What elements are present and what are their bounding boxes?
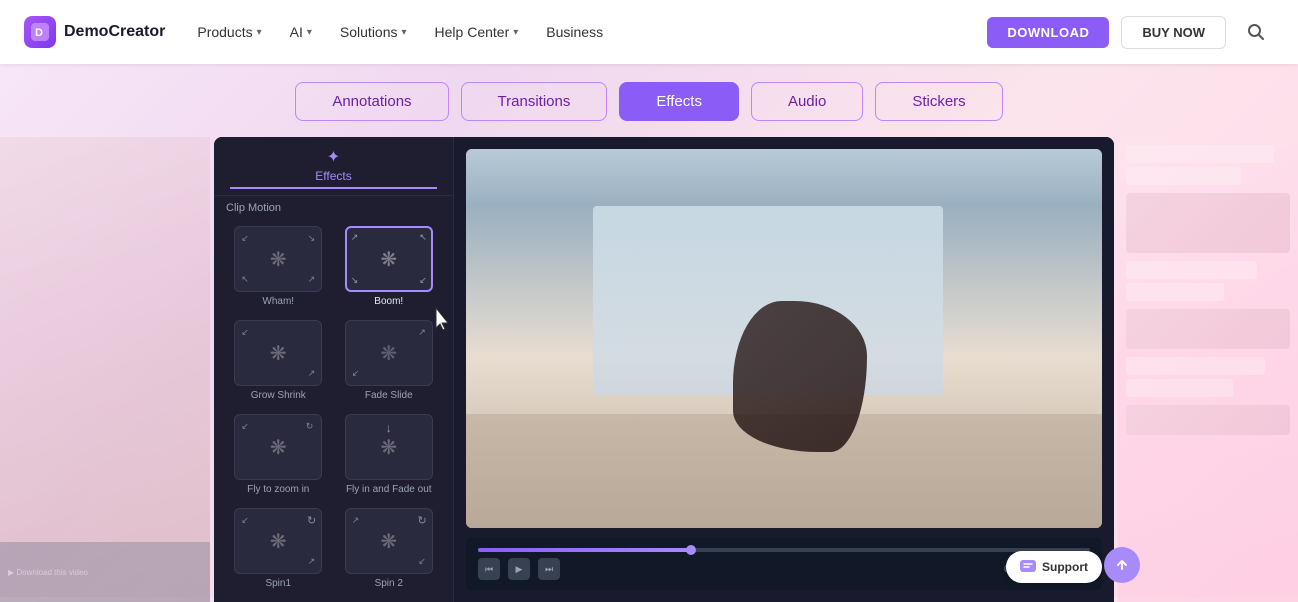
timeline-play[interactable]: ▶: [508, 558, 530, 580]
tab-audio[interactable]: Audio: [751, 82, 863, 121]
right-sidebar-blur: [1118, 137, 1298, 602]
effect-spin2-label: Spin 2: [375, 578, 403, 589]
chevron-down-icon: ▾: [257, 27, 262, 38]
editor-panel: ✦ Effects Clip Motion ❋ ↙ ↘ ↖ ↗: [214, 137, 1114, 602]
nav-solutions[interactable]: Solutions ▾: [340, 24, 407, 40]
effect-spin1-thumb: ❋ ↻ ↙ ↗: [234, 508, 322, 574]
effect-spin2-thumb: ❋ ↻ ↗ ↙: [345, 508, 433, 574]
video-player: [466, 149, 1102, 528]
clip-motion-label: Clip Motion: [214, 196, 453, 220]
effect-fly-fade-thumb: ❋ ↓: [345, 414, 433, 480]
effect-spin1[interactable]: ❋ ↻ ↙ ↗ Spin1: [226, 508, 331, 596]
timeline-progress-fill: [478, 548, 692, 552]
timeline-buttons: ⏮ ▶ ⏭: [478, 558, 560, 580]
tab-stickers[interactable]: Stickers: [875, 82, 1002, 121]
video-frame: [466, 149, 1102, 528]
effect-boom-label: Boom!: [374, 296, 403, 307]
timeline-progress[interactable]: [478, 548, 1090, 552]
effect-fade-slide-thumb: ❋ ↗ ↙: [345, 320, 433, 386]
logo-icon: D: [24, 16, 56, 48]
chevron-down-icon: ▾: [307, 27, 312, 38]
panel-header: ✦ Effects: [214, 137, 453, 196]
timeline-skip-fwd[interactable]: ⏭: [538, 558, 560, 580]
effect-grow-shrink-label: Grow Shrink: [251, 390, 306, 401]
effect-fly-zoom-label: Fly to zoom in: [247, 484, 309, 495]
nav-help-center[interactable]: Help Center ▾: [435, 24, 519, 40]
download-button[interactable]: DOWNLOAD: [987, 17, 1109, 48]
navbar: D DemoCreator Products ▾ AI ▾ Solutions …: [0, 0, 1298, 64]
effect-fly-zoom[interactable]: ❋ ↙ ↻ Fly to zoom in: [226, 414, 331, 502]
tab-transitions[interactable]: Transitions: [461, 82, 608, 121]
main-content: ▶ Download this video ✦ Effects Clip Mot…: [0, 137, 1298, 602]
support-button[interactable]: Support: [1006, 551, 1102, 583]
nav-products[interactable]: Products ▾: [197, 24, 261, 40]
effect-grow-shrink-thumb: ❋ ↙ ↗: [234, 320, 322, 386]
support-icon: [1020, 559, 1036, 575]
effect-fade-slide-label: Fade Slide: [365, 390, 413, 401]
video-area: ⏮ ▶ ⏭ 00:00:00 | 00:30:00: [454, 137, 1114, 602]
effects-grid: ❋ ↙ ↘ ↖ ↗ Wham! ❋ ↗: [214, 220, 453, 602]
effects-panel: ✦ Effects Clip Motion ❋ ↙ ↘ ↖ ↗: [214, 137, 454, 602]
timeline-scrubber[interactable]: [686, 545, 696, 555]
tabs-section: Annotations Transitions Effects Audio St…: [0, 64, 1298, 137]
effect-boom-thumb: ❋ ↗ ↖ ↘ ↙: [345, 226, 433, 292]
chevron-down-icon: ▾: [513, 27, 518, 38]
timeline-controls: ⏮ ▶ ⏭ 00:00:00 | 00:30:00: [478, 558, 1090, 580]
tab-effects[interactable]: Effects: [619, 82, 739, 121]
svg-text:D: D: [35, 27, 43, 39]
search-icon[interactable]: [1238, 14, 1274, 50]
effect-fly-fade-label: Fly in and Fade out: [346, 484, 432, 495]
brand-name: DemoCreator: [64, 23, 165, 41]
effect-spin1-label: Spin1: [265, 578, 291, 589]
effect-grow-shrink[interactable]: ❋ ↙ ↗ Grow Shrink: [226, 320, 331, 408]
effect-fly-fade[interactable]: ❋ ↓ Fly in and Fade out: [337, 414, 442, 502]
effects-panel-title: Effects: [230, 169, 437, 189]
logo[interactable]: D DemoCreator: [24, 16, 165, 48]
effect-spin2[interactable]: ❋ ↻ ↗ ↙ Spin 2: [337, 508, 442, 596]
left-sidebar-blur: ▶ Download this video: [0, 137, 210, 602]
nav-items: Products ▾ AI ▾ Solutions ▾ Help Center …: [197, 24, 987, 40]
chevron-down-icon: ▾: [402, 27, 407, 38]
effect-wham[interactable]: ❋ ↙ ↘ ↖ ↗ Wham!: [226, 226, 331, 314]
effect-fade-slide[interactable]: ❋ ↗ ↙ Fade Slide: [337, 320, 442, 408]
right-blur-content: [1118, 137, 1298, 602]
effect-wham-label: Wham!: [262, 296, 294, 307]
nav-actions: DOWNLOAD BUY NOW: [987, 14, 1274, 50]
nav-business[interactable]: Business: [546, 24, 603, 40]
tab-annotations[interactable]: Annotations: [295, 82, 448, 121]
timeline-skip-back[interactable]: ⏮: [478, 558, 500, 580]
effect-boom[interactable]: ❋ ↗ ↖ ↘ ↙ Boom!: [337, 226, 442, 314]
effect-fly-zoom-thumb: ❋ ↙ ↻: [234, 414, 322, 480]
effects-panel-icon: ✦: [327, 147, 340, 167]
arrow-up-icon: [1114, 557, 1130, 573]
buy-now-button[interactable]: BUY NOW: [1121, 16, 1226, 49]
nav-ai[interactable]: AI ▾: [290, 24, 312, 40]
scroll-up-button[interactable]: [1104, 547, 1140, 583]
effect-wham-thumb: ❋ ↙ ↘ ↖ ↗: [234, 226, 322, 292]
